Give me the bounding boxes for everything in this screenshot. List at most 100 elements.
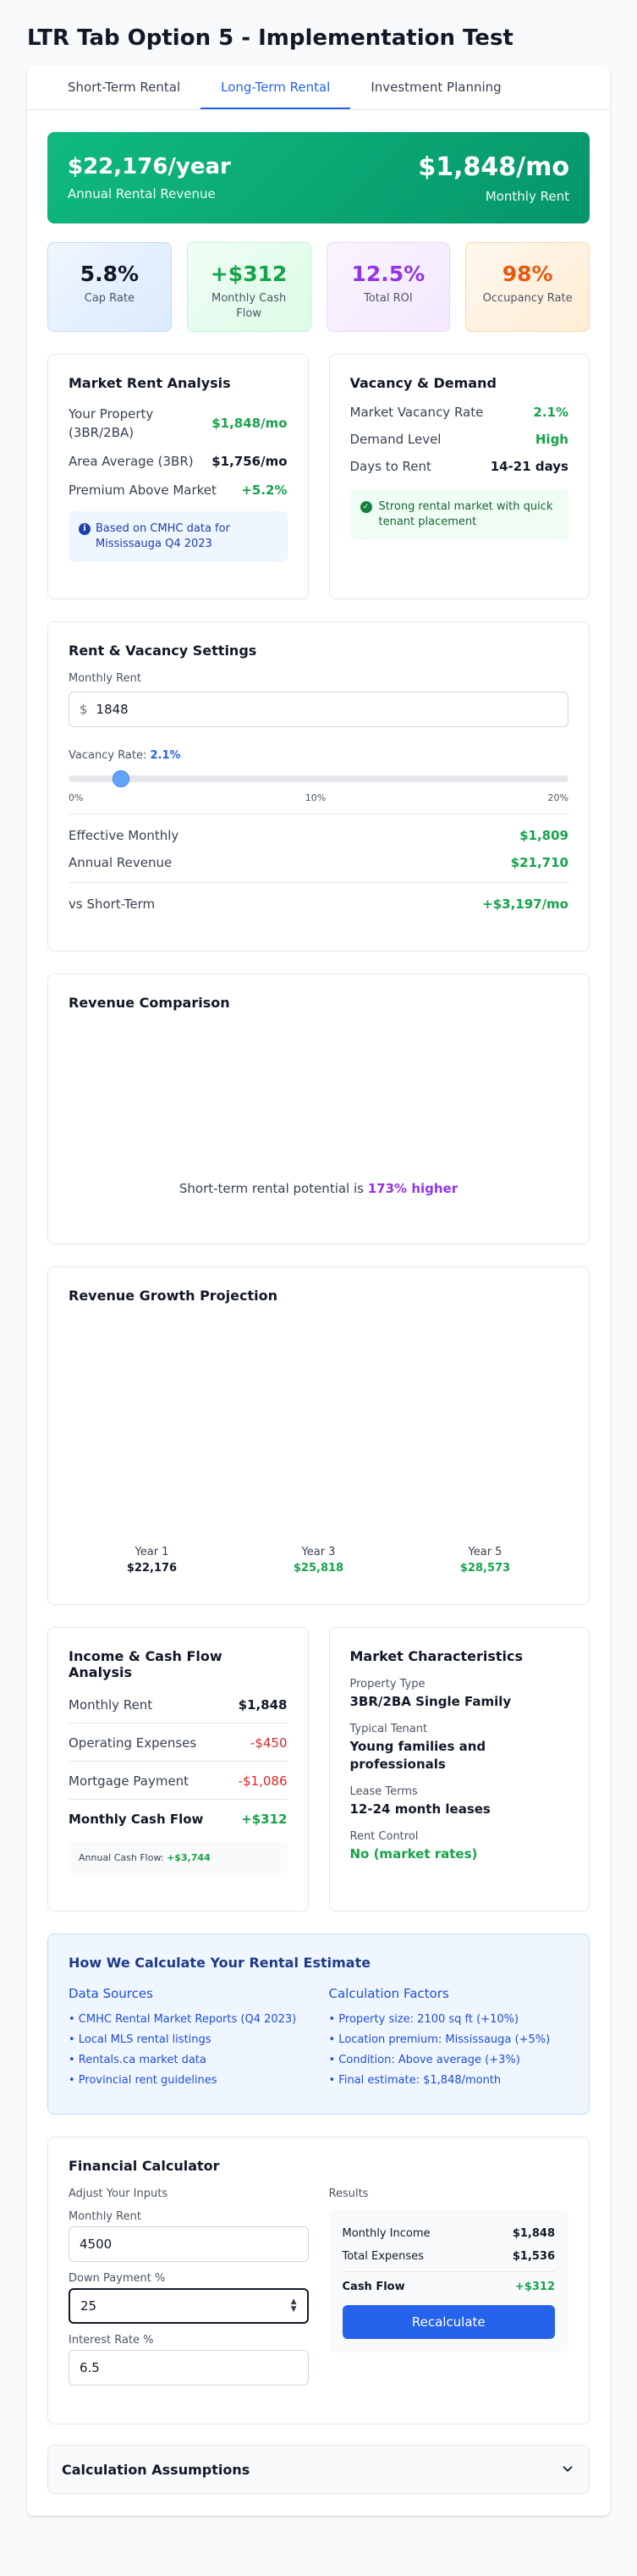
result-row: Total Expenses $1,536 — [342, 2243, 555, 2272]
characteristic-value: Young families and professionals — [349, 1739, 486, 1772]
calculator-results: Results Monthly Income $1,848 Total Expe… — [328, 2187, 568, 2386]
methodology-title: How We Calculate Your Rental Estimate — [69, 1955, 371, 1971]
stat-label: Occupancy Rate — [482, 292, 573, 305]
row-value: 14-21 days — [490, 459, 568, 474]
tab-long-term-rental[interactable]: Long-Term Rental — [200, 66, 351, 109]
projection-year: Year 1 — [135, 1546, 169, 1558]
calculation-factors: Calculation Factors • Property size: 210… — [329, 1986, 569, 2091]
annual-cash-flow: Annual Cash Flow: +$3,744 — [69, 1842, 288, 1873]
source-item: • CMHC Rental Market Reports (Q4 2023) — [69, 2013, 297, 2026]
vacancy-row: Market Vacancy Rate 2.1% — [350, 405, 569, 420]
projection-value: $22,176 — [126, 1562, 178, 1575]
tab-investment-planning[interactable]: Investment Planning — [350, 66, 521, 109]
characteristic-value: 3BR/2BA Single Family — [349, 1694, 512, 1709]
annual-revenue-value: $22,176/year — [68, 154, 231, 179]
recalculate-button[interactable]: Recalculate — [342, 2305, 555, 2339]
row-value: +$312 — [241, 1812, 288, 1827]
calculator-inputs: Adjust Your Inputs Monthly Rent 4500 Dow… — [69, 2187, 309, 2386]
vacancy-row: Days to Rent 14-21 days — [350, 459, 569, 474]
note-text: Strong rental market with quick tenant p… — [378, 500, 553, 528]
stat-value: 12.5% — [351, 262, 426, 286]
projection-item: Year 1 $22,176 — [127, 1546, 177, 1575]
result-row: Monthly Income $1,848 — [343, 2224, 556, 2243]
card-title: Revenue Growth Projection — [69, 1288, 278, 1304]
row-value: +5.2% — [241, 483, 288, 498]
calc-monthly-rent-input[interactable]: 4500 — [69, 2226, 309, 2262]
input-value: 4500 — [80, 2237, 113, 2252]
row-label: Your Property (3BR/2BA) — [69, 406, 154, 440]
row-value: -$450 — [250, 1735, 288, 1751]
row-label: Premium Above Market — [69, 483, 217, 498]
projection-value: $25,818 — [293, 1562, 344, 1575]
effective-monthly-row: Effective Monthly $1,809 — [69, 828, 568, 843]
growth-chart-area — [69, 1317, 568, 1546]
tick-label: 0% — [69, 792, 84, 803]
results-panel: Monthly Income $1,848 Total Expenses $1,… — [328, 2210, 568, 2353]
page-title: LTR Tab Option 5 - Implementation Test — [27, 25, 513, 51]
annual-revenue-label: Annual Rental Revenue — [68, 186, 216, 201]
vacancy-row: Demand Level High — [350, 432, 569, 447]
note-text: Based on CMHC data for Mississauga Q4 20… — [96, 522, 230, 550]
monthly-rent-label: Monthly Rent — [69, 672, 141, 685]
comparison-highlight: 173% higher — [367, 1181, 459, 1196]
calculation-factors-title: Calculation Factors — [328, 1986, 449, 2001]
currency-prefix: $ — [80, 702, 88, 717]
source-item: • Rentals.ca market data — [69, 2054, 206, 2066]
projection-year: Year 5 — [468, 1546, 502, 1558]
down-payment-input[interactable]: 25 ▲ ▼ — [69, 2288, 309, 2324]
card-title: Market Characteristics — [349, 1648, 524, 1664]
main-container: Short-Term Rental Long-Term Rental Inves… — [27, 66, 610, 2516]
row-value: $1,536 — [512, 2250, 555, 2263]
factor-item: • Condition: Above average (+3%) — [328, 2054, 520, 2066]
tab-short-term-rental[interactable]: Short-Term Rental — [47, 66, 200, 109]
source-item: • Provincial rent guidelines — [69, 2074, 217, 2087]
stat-value: 98% — [502, 262, 553, 286]
revenue-growth-card: Revenue Growth Projection Year 1 $22,176… — [47, 1266, 590, 1605]
vacancy-rate-label: Vacancy Rate: 2.1% — [69, 749, 181, 762]
factor-item: • Final estimate: $1,848/month — [328, 2074, 502, 2087]
row-label: Market Vacancy Rate — [349, 405, 484, 420]
income-row: Mortgage Payment -$1,086 — [69, 1762, 288, 1800]
row-label: Effective Monthly — [69, 828, 179, 843]
market-row: Area Average (3BR) $1,756/mo — [69, 454, 288, 469]
row-value: $1,809 — [519, 828, 568, 843]
stepper-icon[interactable]: ▲ ▼ — [291, 2298, 297, 2314]
annual-revenue-row: Annual Revenue $21,710 — [69, 855, 568, 870]
row-label: Annual Revenue — [69, 855, 173, 870]
row-label: Area Average (3BR) — [69, 454, 194, 469]
results-title: Results — [328, 2187, 369, 2200]
projection-item: Year 5 $28,573 — [460, 1546, 510, 1575]
income-cash-flow-card: Income & Cash Flow Analysis Monthly Rent… — [47, 1627, 309, 1911]
income-row: Monthly Rent $1,848 — [69, 1694, 288, 1724]
card-title: Revenue Comparison — [69, 995, 230, 1011]
result-row-cash-flow: Cash Flow +$312 — [343, 2272, 556, 2297]
row-label: vs Short-Term — [69, 896, 156, 912]
projection-year: Year 3 — [301, 1546, 336, 1558]
row-label: Mortgage Payment — [69, 1773, 189, 1789]
income-row-cash-flow: Monthly Cash Flow +$312 — [69, 1800, 288, 1837]
row-value: $1,756/mo — [211, 454, 288, 469]
slider-thumb[interactable] — [113, 770, 130, 787]
row-label: Days to Rent — [349, 459, 431, 474]
vacancy-rate-slider[interactable] — [69, 770, 568, 787]
vs-short-term-row: vs Short-Term +$3,197/mo — [69, 896, 568, 912]
row-value: $1,848 — [238, 1697, 288, 1713]
stat-total-roi: 12.5% Total ROI — [326, 242, 451, 332]
calculation-assumptions-toggle[interactable]: Calculation Assumptions — [47, 2445, 590, 2494]
market-characteristics-card: Market Characteristics Property Type 3BR… — [328, 1627, 590, 1911]
monthly-rent-input[interactable]: $ 1848 — [69, 692, 568, 727]
down-payment-label: Down Payment % — [69, 2272, 166, 2285]
interest-rate-input[interactable]: 6.5 — [69, 2350, 309, 2386]
data-sources: Data Sources • CMHC Rental Market Report… — [69, 1986, 309, 2091]
monthly-rent-label: Monthly Rent — [485, 188, 569, 204]
characteristic-item: Rent Control No (market rates) — [350, 1830, 569, 1863]
row-value: $1,848/mo — [211, 416, 288, 431]
stat-label: Monthly Cash Flow — [211, 292, 287, 320]
tab-bar: Short-Term Rental Long-Term Rental Inves… — [27, 66, 610, 110]
characteristic-item: Property Type 3BR/2BA Single Family — [350, 1678, 569, 1711]
market-strength-note: ✓ Strong rental market with quick tenant… — [349, 489, 568, 540]
card-title: Financial Calculator — [69, 2158, 220, 2174]
vacancy-rate-value: 2.1% — [150, 749, 181, 762]
comparison-chart-area — [69, 1024, 568, 1181]
stat-value: +$312 — [210, 262, 288, 286]
